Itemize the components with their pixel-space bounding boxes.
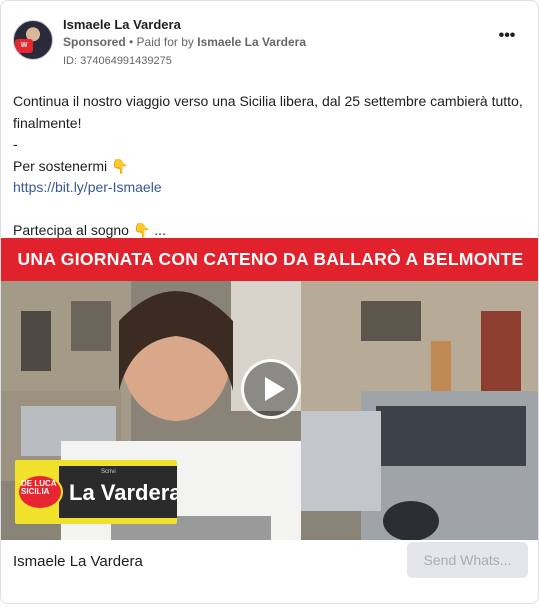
payer-name[interactable]: Ismaele La Vardera [197, 35, 306, 49]
body-line-1: Continua il nostro viaggio verso una Sic… [13, 93, 523, 131]
send-whatsapp-button[interactable]: Send Whats... [407, 542, 528, 578]
video-media[interactable]: UNA GIORNATA CON CATENO DA BALLARÒ A BEL… [1, 238, 538, 540]
logo-name: La Vardera [69, 480, 177, 505]
sponsored-line: Sponsored • Paid for by Ismaele La Varde… [63, 35, 306, 49]
support-link[interactable]: https://bit.ly/per-Ismaele [13, 179, 162, 195]
paid-for-prefix: • Paid for by [125, 35, 198, 49]
video-title-banner: UNA GIORNATA CON CATENO DA BALLARÒ A BEL… [1, 238, 538, 281]
play-button[interactable] [241, 359, 301, 419]
ad-id: ID: 374064991439275 [63, 55, 172, 67]
logo-seal-text: DE LUCA SICILIA [21, 479, 57, 496]
la-vardera-logo: Scrivi La Vardera DE LUCA SICILIA [15, 460, 177, 524]
ad-footer: Ismaele La Vardera Send Whats... [1, 540, 538, 603]
avatar-badge: W [15, 39, 33, 53]
body-line-4: https://bit.ly/per-Ismaele [13, 177, 528, 199]
ad-card: W Ismaele La Vardera Sponsored • Paid fo… [0, 0, 539, 604]
play-icon [265, 377, 285, 401]
post-header: W Ismaele La Vardera Sponsored • Paid fo… [13, 13, 526, 73]
more-horizontal-icon: ••• [498, 27, 516, 44]
sponsored-label: Sponsored [63, 35, 126, 49]
pointing-down-icon: 👇 [111, 157, 129, 174]
body-line-2: - [13, 136, 18, 152]
see-more-ellipsis[interactable]: ... [154, 222, 166, 238]
footer-page-name[interactable]: Ismaele La Vardera [13, 553, 143, 570]
avatar[interactable]: W [13, 20, 53, 60]
author-name[interactable]: Ismaele La Vardera [63, 17, 181, 32]
body-line-5 [13, 199, 528, 221]
more-options-button[interactable]: ••• [496, 28, 518, 47]
post-body: Continua il nostro viaggio verso una Sic… [13, 91, 528, 242]
body-line-3: Per sostenermi 👇 [13, 156, 528, 178]
logo-scrivi: Scrivi [101, 469, 116, 475]
